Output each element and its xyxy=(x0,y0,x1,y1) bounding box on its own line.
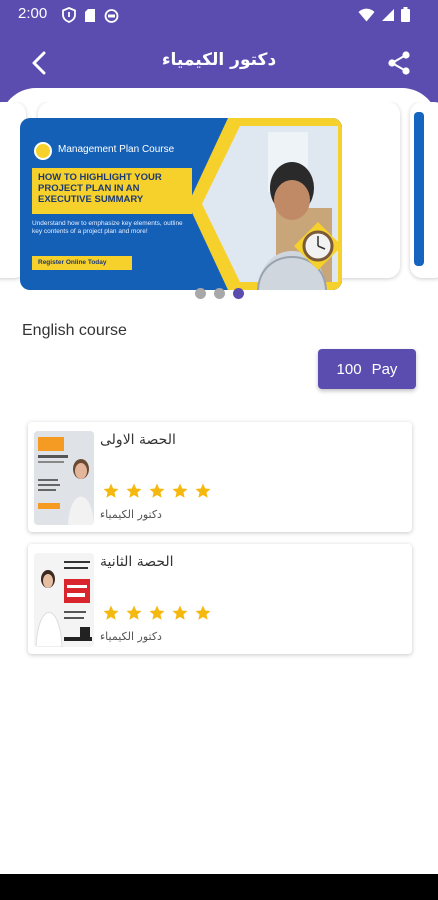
banner-headline: How to highlight your project plan in an… xyxy=(32,168,192,214)
banner-course-label: Management Plan Course xyxy=(58,144,175,155)
star-icon xyxy=(195,605,211,620)
battery-icon xyxy=(401,7,410,22)
status-left-icons xyxy=(62,7,119,23)
rating-stars xyxy=(102,482,212,500)
banner-logo-icon xyxy=(34,142,52,160)
status-right-icons xyxy=(358,7,410,22)
page-title: دكتور الكيمياء xyxy=(161,50,277,70)
star-icon xyxy=(149,605,165,620)
banner-carousel[interactable]: Management Plan Course How to highlight … xyxy=(0,102,438,292)
star-icon xyxy=(172,483,188,498)
lesson-title: الحصة الثانية xyxy=(100,554,174,570)
carousel-dot[interactable] xyxy=(213,288,225,299)
shield-icon xyxy=(62,7,76,23)
star-icon xyxy=(126,483,142,498)
banner-subtext: Understand how to emphasize key elements… xyxy=(32,220,183,235)
star-icon xyxy=(103,483,119,498)
wifi-icon xyxy=(358,8,375,21)
course-name: English course xyxy=(22,322,127,339)
share-icon xyxy=(388,51,410,75)
sd-card-icon xyxy=(85,8,95,22)
pay-label: Pay xyxy=(371,360,398,378)
star-icon xyxy=(172,605,188,620)
star-icon xyxy=(149,483,165,498)
banner-photo xyxy=(188,118,342,290)
carousel-dot[interactable] xyxy=(194,288,206,299)
lesson-title: الحصة الاولى xyxy=(100,432,176,448)
lesson-author: دكتور الكيمياء xyxy=(100,630,162,643)
course-banner-image[interactable]: Management Plan Course How to highlight … xyxy=(20,118,342,290)
lesson-card[interactable]: الحصة الاولى دكتور الكيمياء xyxy=(28,422,412,532)
lessons-list: الحصة الاولى دكتور الكيمياء الحصة الثاني… xyxy=(28,422,412,666)
signal-icon xyxy=(382,8,394,21)
carousel-dot-active[interactable] xyxy=(232,288,244,299)
star-icon xyxy=(195,483,211,498)
star-icon xyxy=(103,605,119,620)
content-sheet: Management Plan Course How to highlight … xyxy=(0,88,438,874)
cat-face-icon xyxy=(104,8,119,23)
share-button[interactable] xyxy=(384,48,414,78)
banner-register-label: Register Online Today xyxy=(32,256,132,270)
system-navigation-bar xyxy=(0,874,438,900)
rating-stars xyxy=(102,604,212,622)
carousel-slide-next[interactable] xyxy=(410,102,438,278)
status-bar: 2:00 xyxy=(0,0,438,30)
lesson-card[interactable]: الحصة الثانية دكتور الكيمياء xyxy=(28,544,412,654)
pay-price: 100 xyxy=(336,360,362,378)
status-time: 2:00 xyxy=(18,5,48,22)
lesson-thumbnail xyxy=(34,431,94,525)
pay-button[interactable]: 100 Pay xyxy=(318,349,416,389)
lesson-author: دكتور الكيمياء xyxy=(100,508,162,521)
star-icon xyxy=(126,605,142,620)
lesson-thumbnail xyxy=(34,553,94,647)
carousel-dots xyxy=(0,288,438,299)
